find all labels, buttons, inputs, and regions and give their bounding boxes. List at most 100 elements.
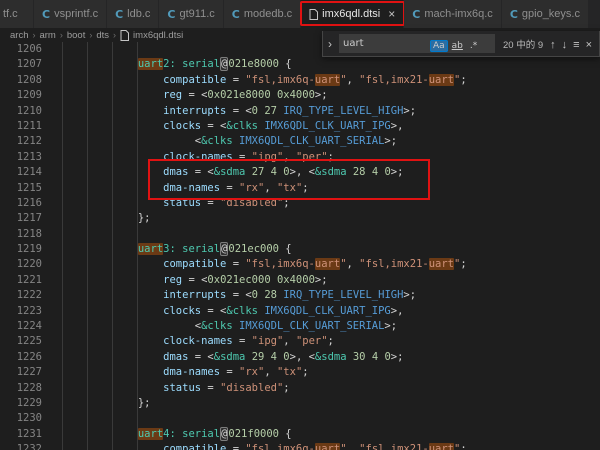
code-line-1225[interactable]: 1225 clock-names = "ipg", "per"; <box>0 334 600 349</box>
code-line-1208[interactable]: 1208 compatible = "fsl,imx6q-uart", "fsl… <box>0 73 600 88</box>
code-line-1220[interactable]: 1220 compatible = "fsl,imx6q-uart", "fsl… <box>0 257 600 272</box>
tab-tf.c[interactable]: tf.c <box>0 0 34 28</box>
breadcrumb-file[interactable]: imx6qdl.dtsi <box>133 30 183 41</box>
code-text: dmas = <&sdma 29 4 0>, <&sdma 30 4 0>; <box>62 351 403 363</box>
code-line-1210[interactable]: 1210 interrupts = <0 27 IRQ_TYPE_LEVEL_H… <box>0 104 600 119</box>
line-number: 1220 <box>0 257 42 272</box>
tab-ldb.c[interactable]: Cldb.c <box>107 0 159 28</box>
code-text: uart2: serial@021e8000 { <box>62 58 292 70</box>
tab-label: modedb.c <box>244 8 292 20</box>
tab-bar: tf.cCvsprintf.cCldb.cCgt911.cCmodedb.cim… <box>0 0 600 28</box>
code-text: uart4: serial@021f0000 { <box>62 428 292 440</box>
tab-gpio_keys.c[interactable]: Cgpio_keys.c <box>502 0 589 28</box>
tab-modedb.c[interactable]: Cmodedb.c <box>224 0 301 28</box>
code-line-1231[interactable]: 1231 uart4: serial@021f0000 { <box>0 427 600 442</box>
code-text: dma-names = "rx", "tx"; <box>62 366 309 378</box>
tab-imx6qdl.dtsi[interactable]: imx6qdl.dtsi × <box>301 0 404 28</box>
line-number: 1221 <box>0 273 42 288</box>
close-find-button[interactable]: × <box>583 39 595 51</box>
code-line-1214[interactable]: 1214 dmas = <&sdma 27 4 0>, <&sdma 28 4 … <box>0 165 600 180</box>
code-text: interrupts = <0 28 IRQ_TYPE_LEVEL_HIGH>; <box>62 289 416 301</box>
toggle-replace-chevron-icon[interactable]: › <box>325 37 335 51</box>
line-number: 1219 <box>0 242 42 257</box>
match-case-button[interactable]: Aa <box>430 40 448 52</box>
chevron-right-icon: › <box>60 30 63 40</box>
line-number: 1213 <box>0 150 42 165</box>
line-number: 1214 <box>0 165 42 180</box>
tab-label: imx6qdl.dtsi <box>322 8 380 20</box>
code-line-1223[interactable]: 1223 clocks = <&clks IMX6QDL_CLK_UART_IP… <box>0 304 600 319</box>
whole-word-button[interactable]: ab <box>449 40 466 52</box>
line-number: 1206 <box>0 42 42 57</box>
code-line-1219[interactable]: 1219 uart3: serial@021ec000 { <box>0 242 600 257</box>
code-text: clocks = <&clks IMX6QDL_CLK_UART_IPG>, <box>62 305 403 317</box>
line-number: 1222 <box>0 288 42 303</box>
code-text: compatible = "fsl,imx6q-uart", "fsl,imx2… <box>62 443 467 450</box>
code-line-1216[interactable]: 1216 status = "disabled"; <box>0 196 600 211</box>
code-text: reg = <0x021e8000 0x4000>; <box>62 89 328 101</box>
line-number: 1217 <box>0 211 42 226</box>
c-language-icon: C <box>167 8 175 21</box>
tab-label: tf.c <box>3 8 18 20</box>
code-text: dma-names = "rx", "tx"; <box>62 182 309 194</box>
line-number: 1231 <box>0 427 42 442</box>
code-line-1232[interactable]: 1232 compatible = "fsl,imx6q-uart", "fsl… <box>0 442 600 450</box>
tab-vsprintf.c[interactable]: Cvsprintf.c <box>34 0 107 28</box>
tab-gt911.c[interactable]: Cgt911.c <box>159 0 223 28</box>
previous-match-button[interactable]: ↑ <box>547 39 559 51</box>
line-number: 1225 <box>0 334 42 349</box>
close-icon[interactable]: × <box>388 8 395 20</box>
code-text: clock-names = "ipg", "per"; <box>62 335 334 347</box>
tab-label: gt911.c <box>180 8 215 20</box>
code-line-1218[interactable]: 1218 <box>0 227 600 242</box>
code-line-1228[interactable]: 1228 status = "disabled"; <box>0 381 600 396</box>
code-line-1224[interactable]: 1224 <&clks IMX6QDL_CLK_UART_SERIAL>; <box>0 319 600 334</box>
code-text: reg = <0x021ec000 0x4000>; <box>62 274 328 286</box>
code-line-1227[interactable]: 1227 dma-names = "rx", "tx"; <box>0 365 600 380</box>
tab-label: mach-imx6q.c <box>424 8 492 20</box>
code-text: }; <box>62 397 151 409</box>
line-number: 1230 <box>0 411 42 426</box>
chevron-right-icon: › <box>89 30 92 40</box>
code-text: <&clks IMX6QDL_CLK_UART_SERIAL>; <box>62 135 397 147</box>
code-line-1217[interactable]: 1217 }; <box>0 211 600 226</box>
tab-label: vsprintf.c <box>54 8 98 20</box>
code-line-1213[interactable]: 1213 clock-names = "ipg", "per"; <box>0 150 600 165</box>
code-line-1230[interactable]: 1230 <box>0 411 600 426</box>
vscode-window: tf.cCvsprintf.cCldb.cCgt911.cCmodedb.cim… <box>0 0 600 450</box>
code-line-1211[interactable]: 1211 clocks = <&clks IMX6QDL_CLK_UART_IP… <box>0 119 600 134</box>
c-language-icon: C <box>510 8 518 21</box>
breadcrumb-item-arm[interactable]: arm <box>39 30 55 41</box>
regex-button[interactable]: .* <box>467 40 480 52</box>
code-line-1226[interactable]: 1226 dmas = <&sdma 29 4 0>, <&sdma 30 4 … <box>0 350 600 365</box>
chevron-right-icon: › <box>113 30 116 40</box>
breadcrumb-item-dts[interactable]: dts <box>96 30 109 41</box>
code-lines: 12061207 uart2: serial@021e8000 {1208 co… <box>0 42 600 450</box>
breadcrumb-item-arch[interactable]: arch <box>10 30 28 41</box>
code-line-1209[interactable]: 1209 reg = <0x021e8000 0x4000>; <box>0 88 600 103</box>
code-text: uart3: serial@021ec000 { <box>62 243 292 255</box>
breadcrumb-item-boot[interactable]: boot <box>67 30 86 41</box>
tab-mach-imx6q.c[interactable]: Cmach-imx6q.c <box>404 0 502 28</box>
find-in-selection-button[interactable]: ≡ <box>570 39 582 51</box>
line-number: 1207 <box>0 57 42 72</box>
c-language-icon: C <box>115 8 123 21</box>
line-number: 1227 <box>0 365 42 380</box>
code-line-1212[interactable]: 1212 <&clks IMX6QDL_CLK_UART_SERIAL>; <box>0 134 600 149</box>
line-number: 1229 <box>0 396 42 411</box>
chevron-right-icon: › <box>32 30 35 40</box>
line-number: 1208 <box>0 73 42 88</box>
code-text: <&clks IMX6QDL_CLK_UART_SERIAL>; <box>62 320 397 332</box>
code-editor[interactable]: 12061207 uart2: serial@021e8000 {1208 co… <box>0 42 600 450</box>
code-line-1229[interactable]: 1229 }; <box>0 396 600 411</box>
find-input[interactable] <box>343 38 429 49</box>
code-line-1221[interactable]: 1221 reg = <0x021ec000 0x4000>; <box>0 273 600 288</box>
next-match-button[interactable]: ↓ <box>559 39 571 51</box>
line-number: 1226 <box>0 350 42 365</box>
find-input-box: Aaab.* <box>339 34 495 53</box>
c-language-icon: C <box>42 8 50 21</box>
code-line-1222[interactable]: 1222 interrupts = <0 28 IRQ_TYPE_LEVEL_H… <box>0 288 600 303</box>
find-options: Aaab.* <box>429 35 480 53</box>
code-line-1207[interactable]: 1207 uart2: serial@021e8000 { <box>0 57 600 72</box>
code-line-1215[interactable]: 1215 dma-names = "rx", "tx"; <box>0 181 600 196</box>
